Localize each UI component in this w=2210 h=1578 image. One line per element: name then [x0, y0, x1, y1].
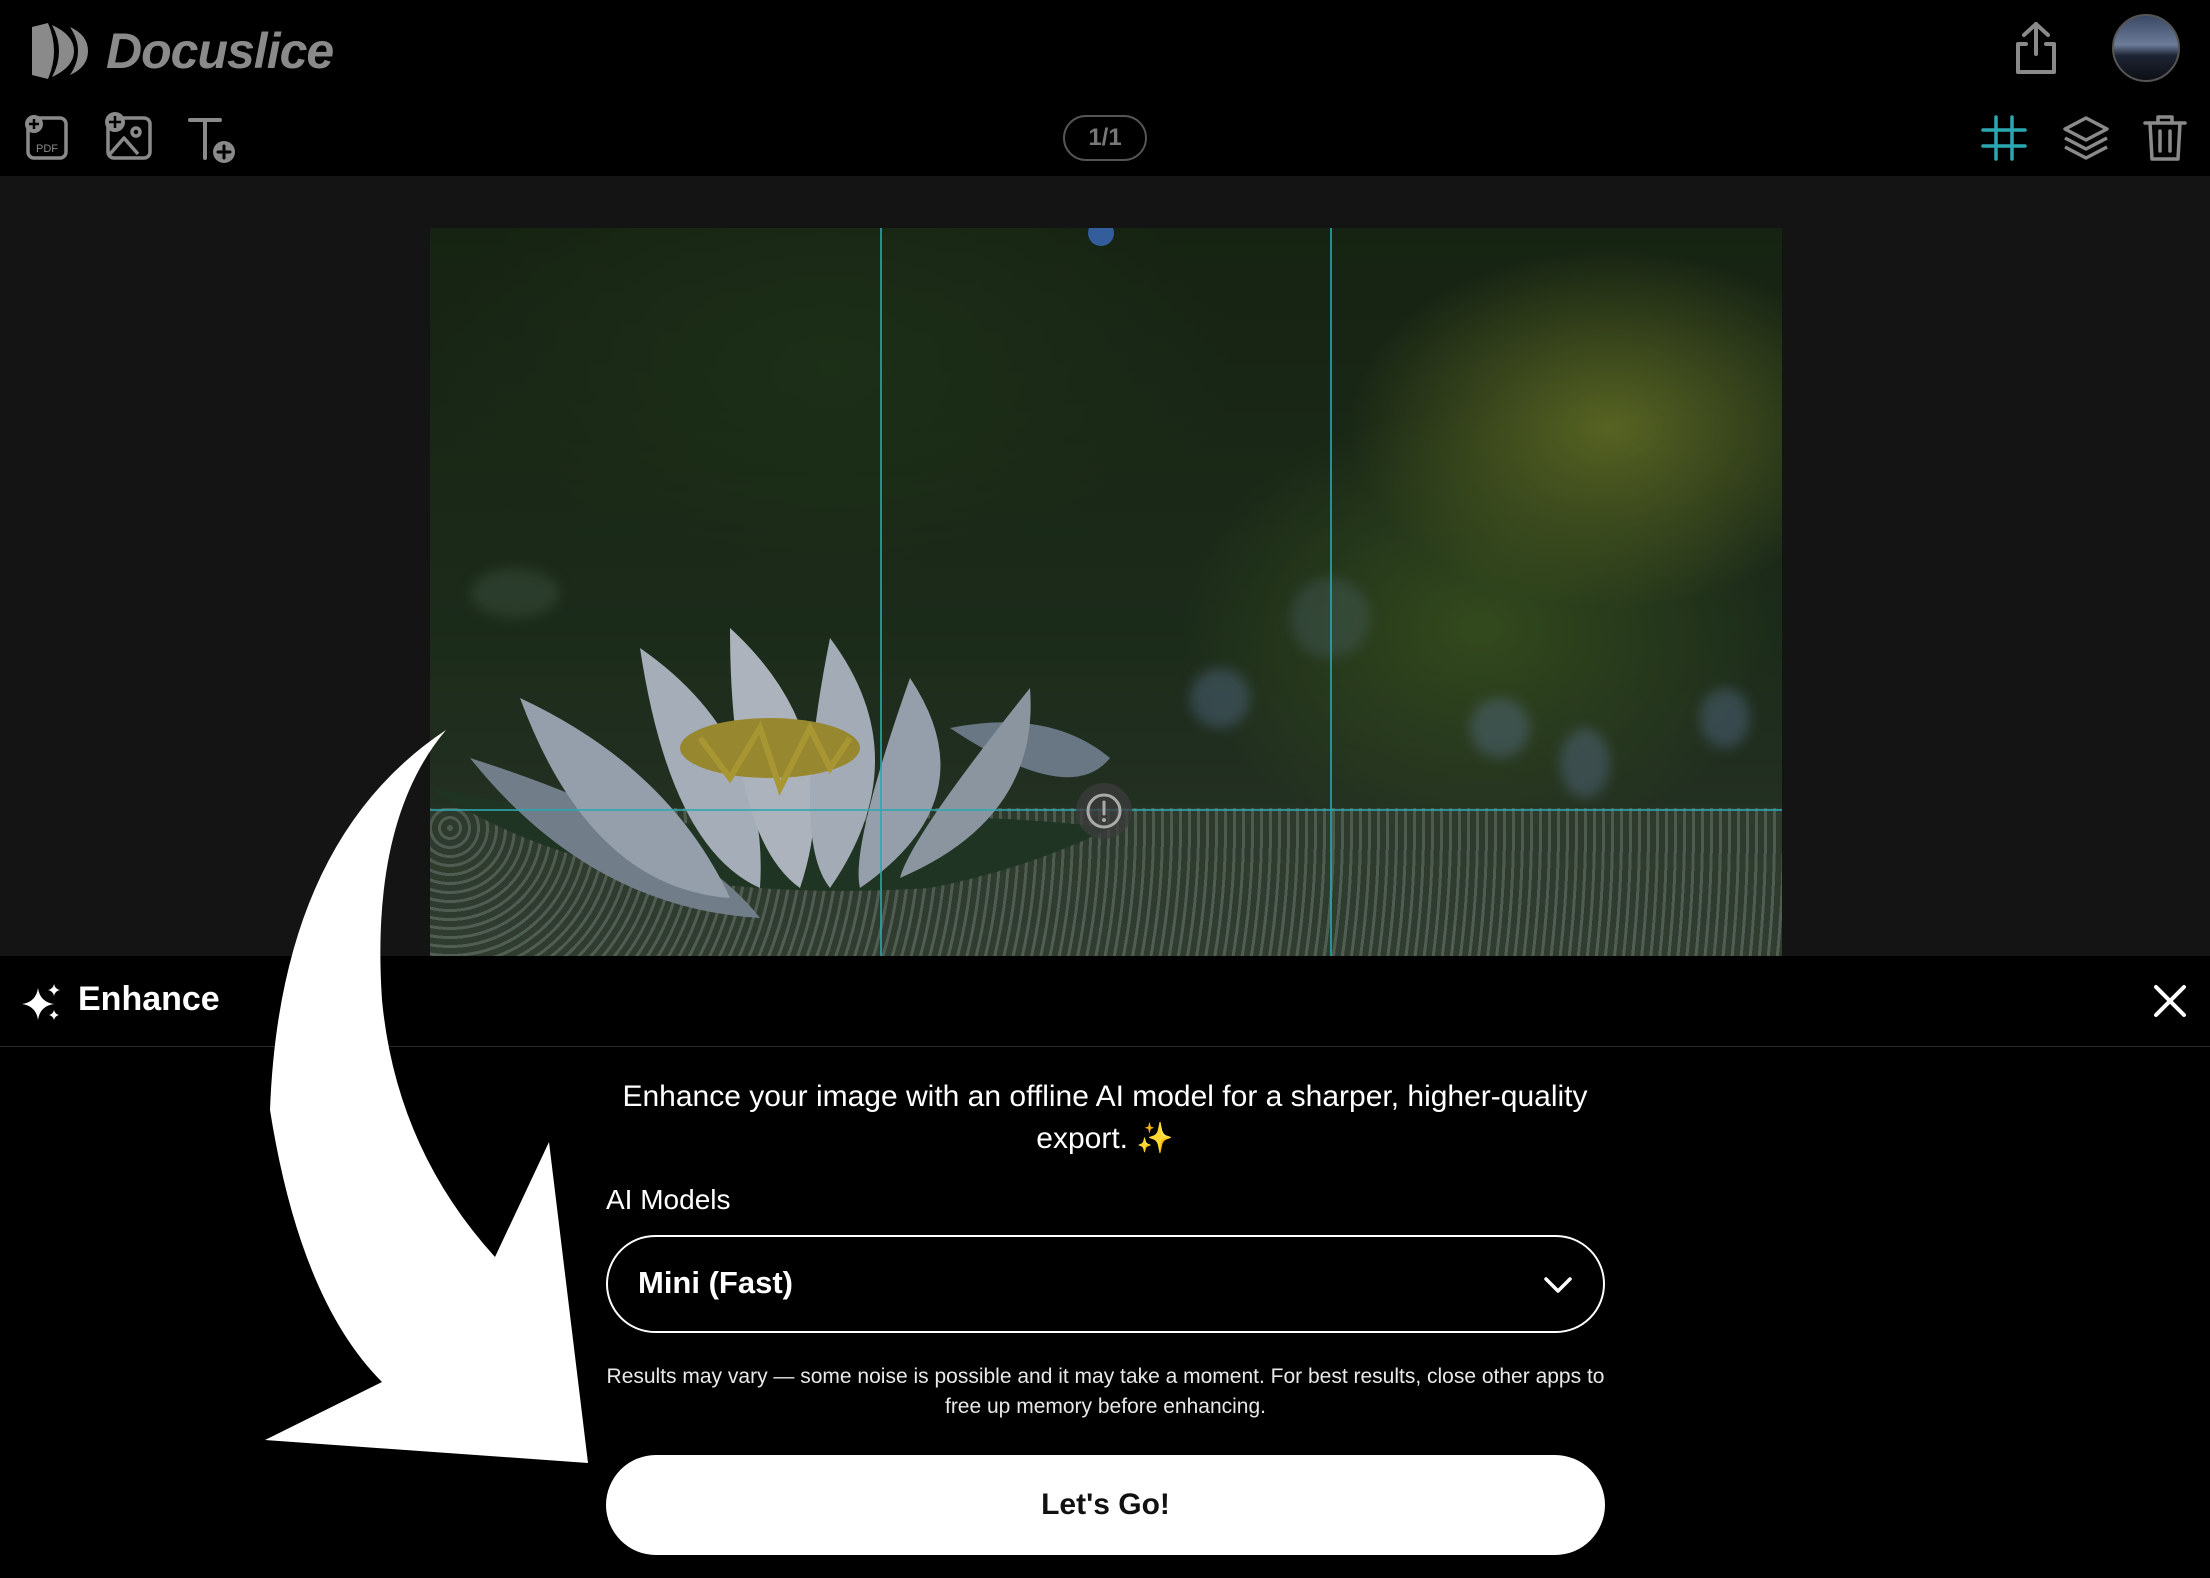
add-pdf-button[interactable]: PDF — [22, 112, 72, 162]
grid-toggle-button[interactable] — [1978, 112, 2030, 164]
add-image-button[interactable] — [102, 110, 154, 162]
app-name: Docuslice — [106, 23, 334, 79]
enhance-note: Results may vary — some noise is possibl… — [606, 1365, 1605, 1418]
trash-icon — [2143, 115, 2187, 161]
user-avatar[interactable] — [2112, 14, 2180, 82]
close-icon[interactable] — [2150, 981, 2190, 1021]
lets-go-button[interactable]: Let's Go! — [606, 1455, 1605, 1555]
add-text-button[interactable] — [186, 114, 238, 166]
page-indicator[interactable]: 1/1 — [1063, 115, 1147, 161]
app-logo: Docuslice — [26, 16, 334, 86]
enhance-description: Enhance your image with an offline AI mo… — [622, 1080, 1588, 1155]
add-pdf-icon: PDF — [25, 115, 68, 160]
chevron-down-icon — [1544, 1277, 1572, 1293]
ai-model-select[interactable]: Mini (Fast) — [606, 1235, 1605, 1333]
delete-button[interactable] — [2140, 112, 2190, 164]
enhance-panel: Enhance Enhance your image with an offli… — [0, 956, 2210, 1578]
svg-text:PDF: PDF — [36, 143, 58, 155]
layers-icon — [2063, 116, 2109, 160]
share-upload-icon — [2016, 22, 2056, 74]
add-text-icon — [188, 118, 235, 163]
image-canvas[interactable] — [430, 228, 1782, 956]
top-bar: Docuslice PDF 1/1 — [0, 0, 2210, 176]
enhance-panel-title: Enhance — [78, 980, 220, 1018]
selected-model-value: Mini (Fast) — [638, 1265, 793, 1300]
info-icon — [1086, 793, 1122, 829]
grid-icon — [1981, 115, 2027, 161]
add-image-icon — [105, 112, 152, 160]
image-info-button[interactable] — [1076, 783, 1132, 839]
sparkle-icon — [22, 984, 60, 1020]
layers-button[interactable] — [2060, 112, 2112, 164]
export-button[interactable] — [2010, 18, 2062, 78]
enhance-panel-header: Enhance — [0, 956, 2210, 1047]
docuslice-logo-icon — [32, 23, 88, 79]
ai-models-label: AI Models — [606, 1184, 731, 1215]
